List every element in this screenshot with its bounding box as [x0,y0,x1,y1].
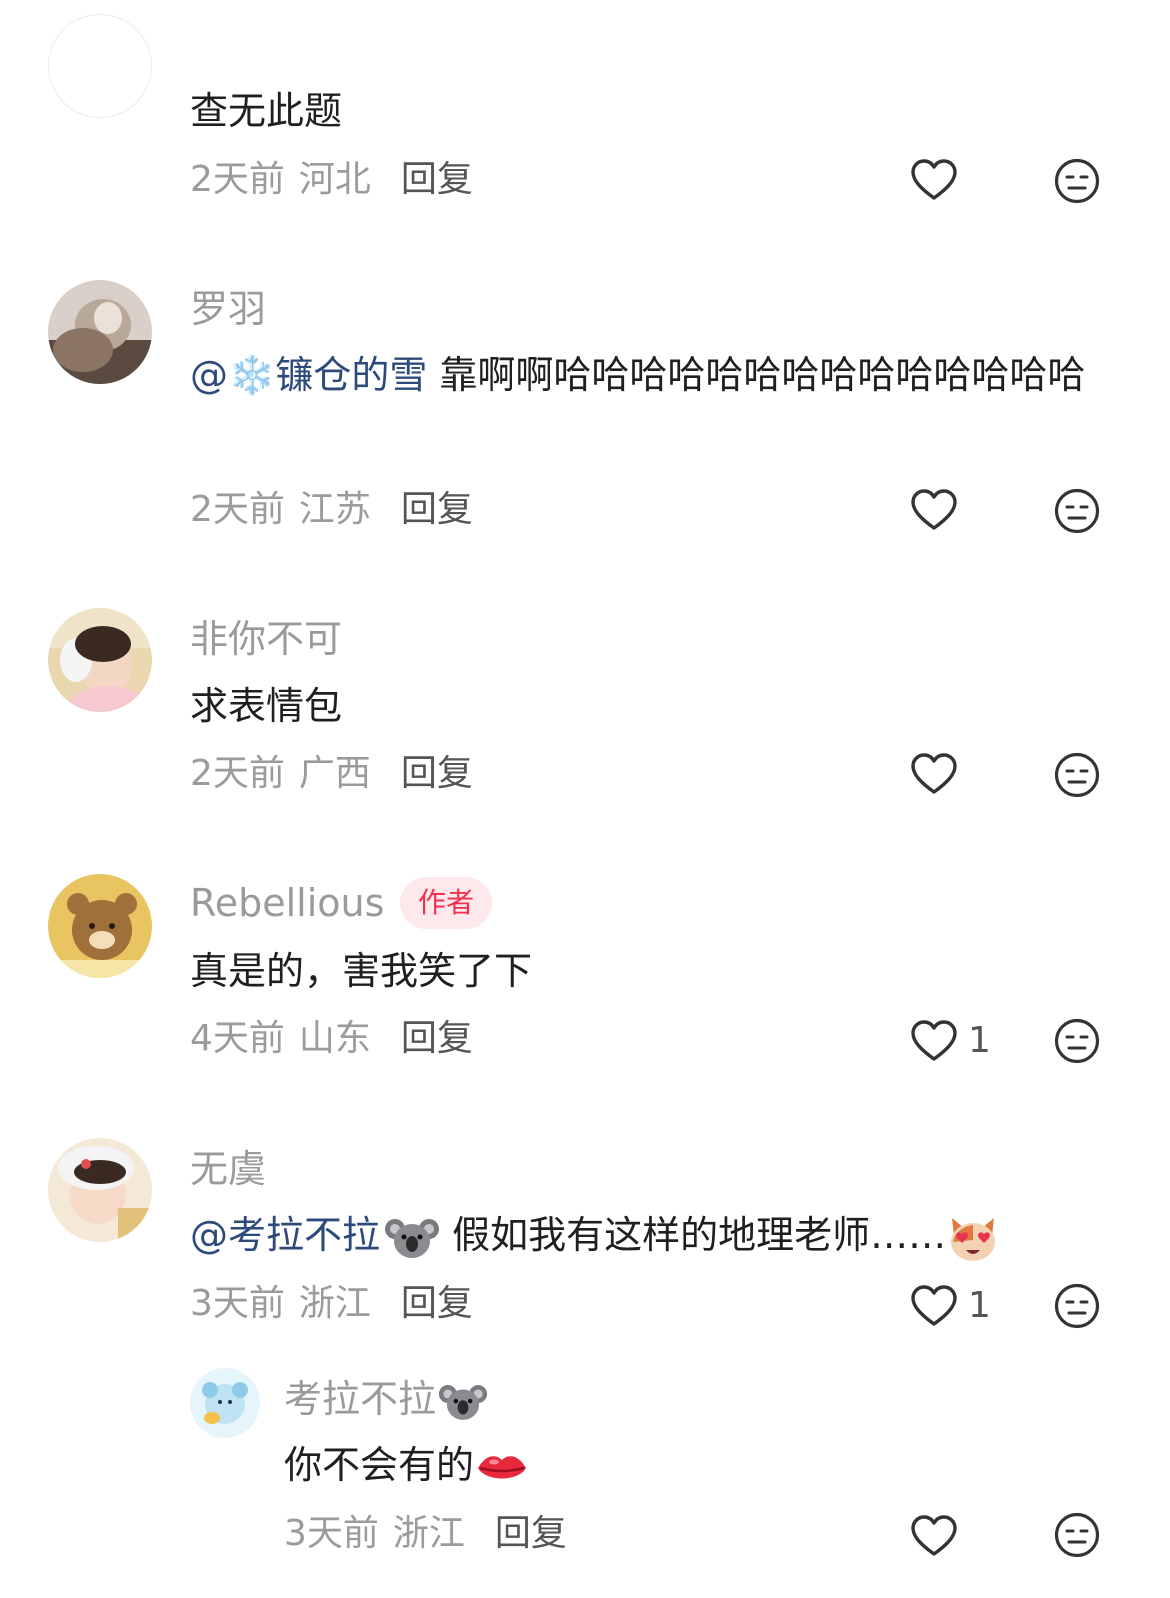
comment-text: 求表情包 [190,684,343,728]
comment-meta: 2天前 广西 回复 [190,752,473,796]
avatar[interactable] [190,1368,260,1438]
like-count: 1 [968,1285,991,1326]
comment-meta: 3天前 浙江 回复 [284,1512,567,1556]
comment-time: 2天前 [190,753,285,794]
comment-body: 你不会有的 [284,1443,475,1487]
comment-location: 江苏 [298,489,371,530]
reply-button[interactable]: 回复 [401,753,473,794]
heart-outline-icon[interactable] [910,158,958,202]
comment-time: 3天前 [190,1283,285,1324]
comment-time: 2天前 [190,489,285,530]
heart-outline-icon[interactable] [910,752,958,796]
username[interactable]: 罗羽 [190,286,266,332]
comment-location: 山东 [298,1018,371,1059]
username-text: 考拉不拉 [284,1377,437,1421]
heart-outline-icon[interactable] [910,1514,958,1558]
like-count: 1 [968,1020,991,1061]
comment-location: 浙江 [298,1283,371,1324]
comment-item: 查无此题 2天前 河北 回复 [0,0,1170,240]
reply-button[interactable]: 回复 [401,159,473,200]
lips-emoji-icon [478,1455,527,1478]
comment-text: @考拉不拉 假如我有这样的地理老师…… [190,1202,1090,1268]
author-badge: 作者 [400,877,493,929]
comment-meta: 3天前 浙江 回复 [190,1282,473,1326]
comment-body: 假如我有这样的地理老师…… [440,1213,947,1257]
comment-text: 你不会有的 [284,1432,1084,1498]
heart-eyes-cat-emoji-icon [951,1217,996,1261]
comment-meta: 4天前 山东 回复 [190,1017,473,1061]
reply-button[interactable]: 回复 [401,1018,473,1059]
koala-emoji-icon [438,1384,488,1420]
comment-time: 4天前 [190,1018,285,1059]
avatar[interactable] [48,874,152,978]
reply-button[interactable]: 回复 [495,1513,567,1554]
comment-location: 浙江 [392,1513,465,1554]
avatar[interactable] [48,14,152,118]
heart-outline-icon[interactable] [910,1284,958,1328]
neutral-face-icon[interactable] [1054,752,1100,798]
neutral-face-icon[interactable] [1054,1512,1100,1558]
username[interactable]: Rebellious [190,880,384,926]
comment-meta: 2天前 河北 回复 [190,158,473,202]
mention-link[interactable]: @考拉不拉 [190,1213,380,1257]
comment-text: 查无此题 [190,89,343,133]
reply-button[interactable]: 回复 [401,1283,473,1324]
avatar[interactable] [48,280,152,384]
username[interactable]: 非你不可 [190,616,342,662]
comment-time: 2天前 [190,159,285,200]
username[interactable]: 考拉不拉 [284,1376,488,1425]
comment-text: 真是的，害我笑了下 [190,949,533,993]
comment-body: 靠啊啊哈哈哈哈哈哈哈哈哈哈哈哈哈哈 [427,353,1086,397]
neutral-face-icon[interactable] [1054,1018,1100,1064]
comment-location: 河北 [298,159,371,200]
comment-location: 广西 [298,753,371,794]
avatar[interactable] [48,1138,152,1242]
heart-outline-icon[interactable] [910,488,958,532]
koala-emoji-icon [385,1218,440,1258]
neutral-face-icon[interactable] [1054,158,1100,204]
username[interactable]: 无虞 [190,1146,266,1192]
comment-meta: 2天前 江苏 回复 [190,488,473,532]
comment-time: 3天前 [284,1513,379,1554]
comment-text: @❄️镰仓的雪 靠啊啊哈哈哈哈哈哈哈哈哈哈哈哈哈哈 [190,342,1090,408]
reply-button[interactable]: 回复 [401,489,473,530]
mention-link[interactable]: @❄️镰仓的雪 [190,353,427,397]
avatar[interactable] [48,608,152,712]
neutral-face-icon[interactable] [1054,488,1100,534]
heart-outline-icon[interactable] [910,1019,958,1063]
neutral-face-icon[interactable] [1054,1283,1100,1329]
